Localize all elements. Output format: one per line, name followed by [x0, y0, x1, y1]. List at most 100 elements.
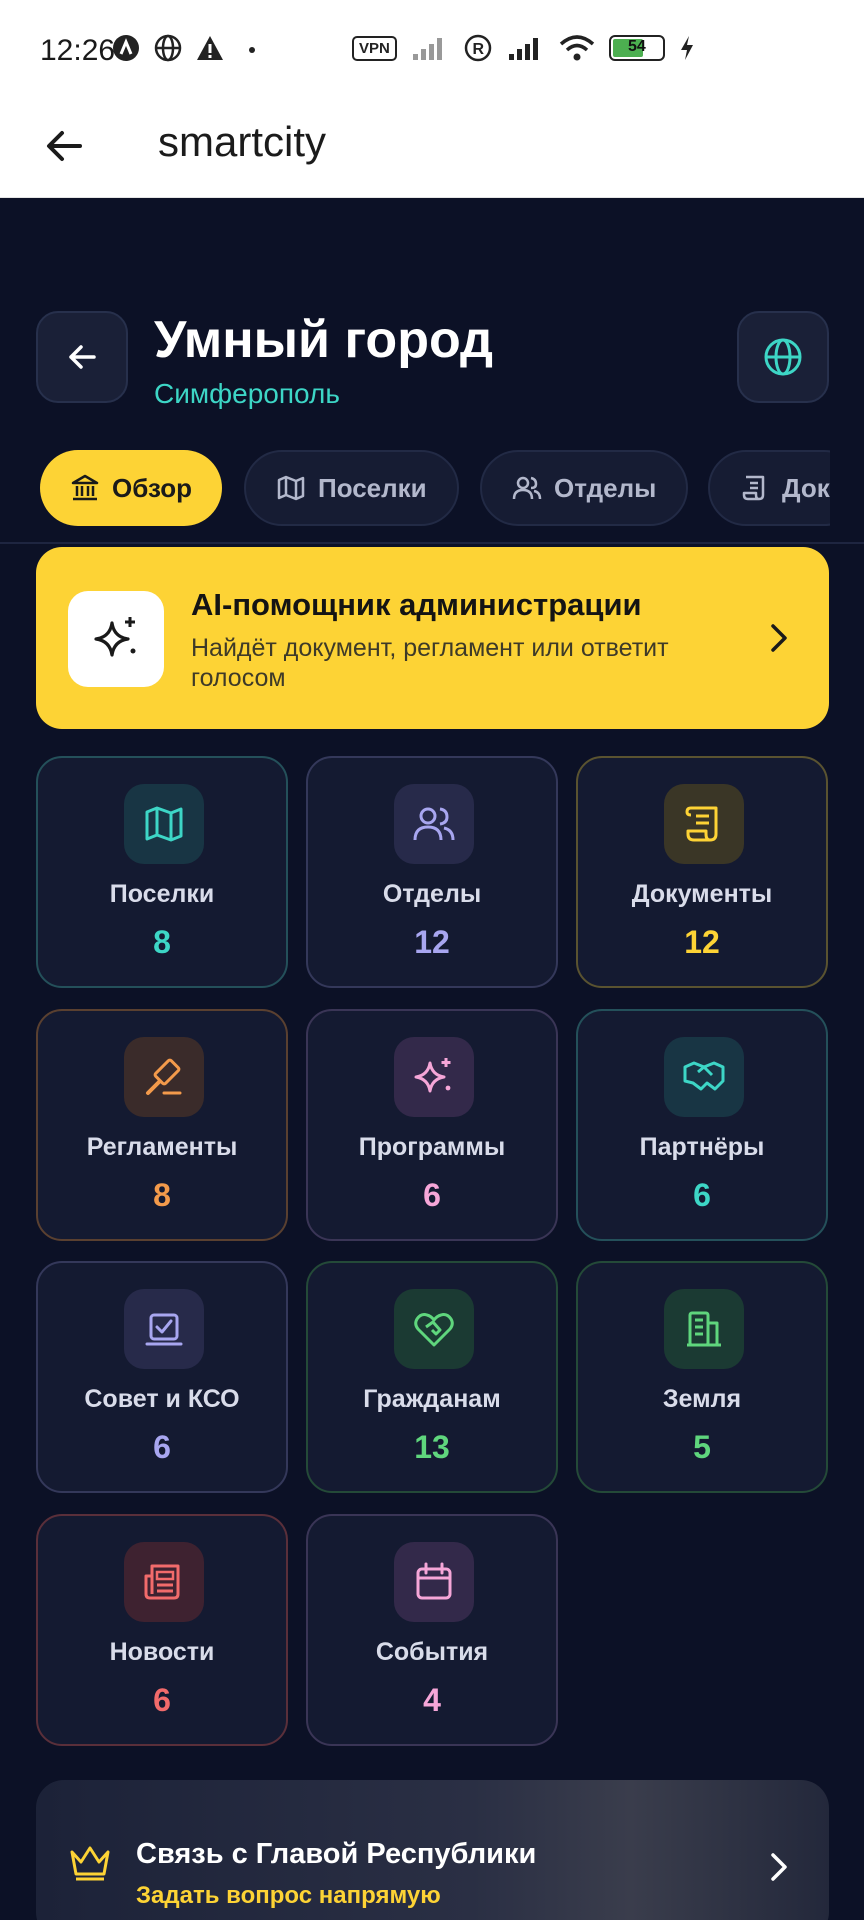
sparkles-icon — [94, 617, 136, 657]
app-bar-title: smartcity — [158, 118, 326, 165]
tabs-divider — [0, 542, 864, 544]
arrow-left-icon — [69, 345, 96, 369]
tile-icon-box — [124, 1289, 204, 1369]
ai-card-title: AI-помощник администрации — [191, 587, 642, 622]
scroll-icon — [685, 806, 718, 842]
signal-icon-2 — [508, 38, 538, 60]
tile-departments[interactable]: Отделы 12 — [306, 756, 558, 988]
tab-overview[interactable]: Обзор — [40, 450, 222, 526]
tab-label: Док — [782, 472, 830, 503]
building-icon — [687, 1311, 721, 1347]
battery-level: 54 — [627, 38, 646, 55]
vpn-badge: VPN — [352, 35, 397, 61]
calendar-icon — [416, 1562, 452, 1600]
tile-count: 5 — [693, 1429, 711, 1465]
tile-count: 8 — [153, 1177, 171, 1213]
chevron-right-icon — [771, 1853, 787, 1881]
tile-programs[interactable]: Программы 6 — [306, 1009, 558, 1241]
handshake-icon — [683, 1061, 725, 1091]
tile-council[interactable]: Совет и КСО 6 — [36, 1261, 288, 1493]
tile-icon-box — [394, 784, 474, 864]
head-of-republic-banner[interactable]: Связь с Главой Республики Задать вопрос … — [36, 1780, 829, 1920]
users-icon — [413, 807, 455, 841]
map-icon — [145, 806, 183, 842]
tile-icon-box — [664, 1037, 744, 1117]
tile-icon-box — [664, 784, 744, 864]
map-icon — [277, 475, 305, 501]
tile-label: Земля — [662, 1385, 742, 1413]
banner-title: Связь с Главой Республики — [136, 1838, 537, 1870]
tile-label: События — [375, 1638, 489, 1666]
users-icon — [512, 476, 542, 500]
wifi-icon — [559, 35, 594, 61]
tile-documents[interactable]: Документы 12 — [576, 756, 828, 988]
tab-departments[interactable]: Отделы — [480, 450, 689, 526]
tile-land[interactable]: Земля 5 — [576, 1261, 828, 1493]
status-icons-right: VPN R 54 — [352, 33, 695, 63]
tile-label: Регламенты — [86, 1133, 238, 1161]
tile-icon-box — [664, 1289, 744, 1369]
language-button[interactable] — [737, 311, 829, 403]
tile-label: Партнёры — [639, 1133, 765, 1161]
app-bar: smartcity — [0, 100, 864, 198]
scroll-icon — [742, 475, 765, 501]
tab-settlements[interactable]: Поселки — [244, 450, 459, 526]
status-icons-left — [112, 34, 266, 62]
ai-icon-box — [68, 591, 164, 687]
tile-count: 6 — [153, 1429, 171, 1465]
header-back-button[interactable] — [36, 311, 128, 403]
sparkles-icon — [414, 1058, 451, 1093]
tile-regulations[interactable]: Регламенты 8 — [36, 1009, 288, 1241]
tile-events[interactable]: События 4 — [306, 1514, 558, 1746]
tab-label: Обзор — [112, 472, 192, 503]
tab-label: Отделы — [554, 472, 657, 503]
ai-card-description: Найдёт документ, регламент или ответит г… — [191, 634, 669, 692]
dot-icon — [249, 47, 255, 53]
section-tabs: Обзор Поселки Отделы Док — [40, 450, 830, 526]
tile-icon-box — [124, 1542, 204, 1622]
tile-citizens[interactable]: Гражданам 13 — [306, 1261, 558, 1493]
tile-count: 12 — [414, 924, 450, 960]
tile-icon-box — [394, 1542, 474, 1622]
checklist-icon — [145, 1313, 183, 1346]
warning-icon — [197, 36, 223, 60]
page-subtitle: Симферополь — [154, 378, 340, 409]
back-arrow-icon[interactable] — [40, 122, 88, 170]
tile-label: Гражданам — [363, 1385, 501, 1413]
tile-icon-box — [394, 1037, 474, 1117]
chevron-right-icon — [771, 624, 787, 652]
signal-icon — [412, 38, 442, 60]
tab-label: Поселки — [318, 472, 427, 503]
tile-count: 8 — [153, 924, 171, 960]
battery-icon: 54 — [608, 35, 665, 61]
roaming-icon: R — [464, 34, 492, 62]
svg-text:R: R — [472, 41, 484, 58]
tile-count: 6 — [693, 1177, 711, 1213]
tile-count: 12 — [684, 924, 720, 960]
tile-news[interactable]: Новости 6 — [36, 1514, 288, 1746]
tile-partners[interactable]: Партнёры 6 — [576, 1009, 828, 1241]
tile-label: Новости — [109, 1638, 215, 1666]
tile-label: Отделы — [382, 880, 482, 908]
tab-documents[interactable]: Док — [708, 450, 830, 526]
tile-label: Документы — [631, 880, 773, 908]
tile-icon-box — [124, 784, 204, 864]
newspaper-icon — [144, 1564, 180, 1600]
tile-settlements[interactable]: Поселки 8 — [36, 756, 288, 988]
status-time: 12:26 — [40, 34, 116, 67]
ai-assistant-card[interactable]: AI-помощник администрации Найдёт докумен… — [36, 547, 829, 729]
tile-count: 4 — [423, 1682, 441, 1718]
tile-label: Совет и КСО — [84, 1385, 240, 1413]
globe-status-icon — [154, 34, 182, 62]
page-title: Умный город — [154, 311, 494, 369]
charging-icon — [680, 36, 693, 60]
status-bar: 12:26 VPN R 54 — [0, 0, 864, 100]
app-notification-icon — [113, 35, 139, 61]
tile-label: Поселки — [109, 880, 215, 908]
tile-icon-box — [394, 1289, 474, 1369]
tile-label: Программы — [358, 1133, 506, 1161]
tile-icon-box — [124, 1037, 204, 1117]
globe-icon — [764, 338, 802, 376]
gavel-icon — [146, 1058, 182, 1095]
tile-count: 6 — [423, 1177, 441, 1213]
